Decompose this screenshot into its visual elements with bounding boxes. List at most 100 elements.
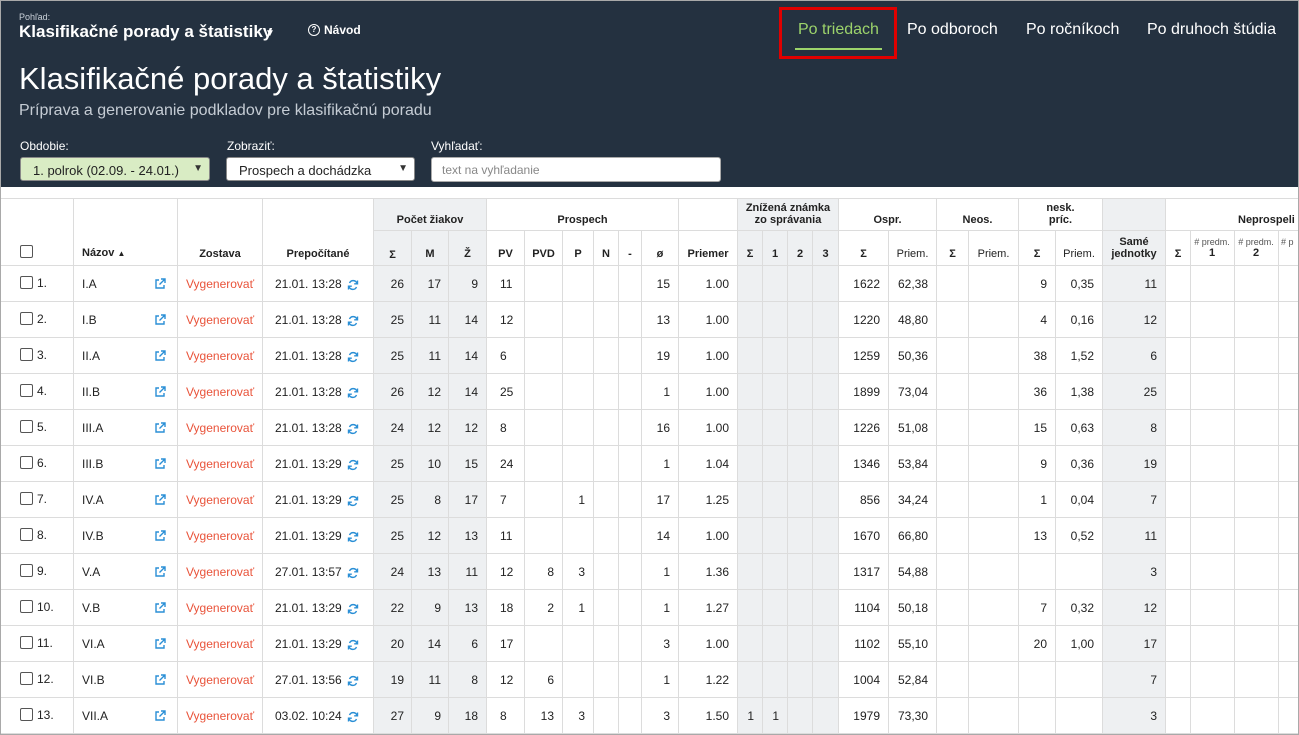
generate-link[interactable]: Vygenerovať (186, 529, 254, 543)
column-header-dash: - (628, 248, 632, 260)
tab-po-rocnikoch[interactable]: Po ročníkoch (1026, 21, 1119, 39)
external-link-icon[interactable] (154, 529, 166, 541)
row-checkbox[interactable] (20, 636, 33, 649)
column-divider (262, 198, 263, 734)
row-checkbox[interactable] (20, 312, 33, 325)
row-checkbox[interactable] (20, 708, 33, 721)
search-input[interactable]: text na vyhľadanie (431, 157, 721, 182)
row-checkbox[interactable] (20, 348, 33, 361)
generate-link[interactable]: Vygenerovať (186, 457, 254, 471)
cell-nesk-priem: 0,16 (1070, 313, 1094, 327)
cell-nesk-priem: 1,38 (1070, 385, 1094, 399)
row-number: 3. (37, 348, 48, 362)
view-selector[interactable]: Klasifikačné porady a štatistiky (19, 22, 272, 42)
generate-link[interactable]: Vygenerovať (186, 565, 254, 579)
generate-link[interactable]: Vygenerovať (186, 385, 254, 399)
row-checkbox[interactable] (20, 600, 33, 613)
row-divider (1, 733, 1298, 734)
generate-link[interactable]: Vygenerovať (186, 493, 254, 507)
select-all-checkbox[interactable] (20, 245, 33, 258)
external-link-icon[interactable] (154, 493, 166, 505)
external-link-icon[interactable] (154, 277, 166, 289)
column-header-predm-1: 1 (1208, 247, 1216, 259)
external-link-icon[interactable] (154, 313, 166, 325)
row-checkbox[interactable] (20, 564, 33, 577)
row-checkbox[interactable] (20, 384, 33, 397)
tab-po-odboroch[interactable]: Po odboroch (907, 21, 998, 39)
group-header-nesk-2: príc. (1048, 214, 1073, 226)
external-link-icon[interactable] (154, 673, 166, 685)
row-checkbox[interactable] (20, 276, 33, 289)
recalculated-time: 21.01. 13:29 (275, 493, 342, 507)
column-divider (1102, 198, 1103, 734)
external-link-icon[interactable] (154, 421, 166, 433)
external-link-icon[interactable] (154, 637, 166, 649)
column-divider (411, 230, 412, 734)
generate-link[interactable]: Vygenerovať (186, 349, 254, 363)
cell-same: 12 (1143, 601, 1157, 615)
help-link[interactable]: ? Návod (308, 23, 361, 37)
show-label: Zobraziť: (227, 139, 275, 153)
row-checkbox[interactable] (20, 672, 33, 685)
cell-zn2: 1 (772, 709, 779, 723)
generate-link[interactable]: Vygenerovať (186, 601, 254, 615)
cell-p: 1 (578, 493, 585, 507)
external-link-icon[interactable] (154, 385, 166, 397)
column-header-neos-sum: Σ (949, 248, 956, 260)
cell-ospr-priem: 50,18 (897, 601, 928, 615)
cell-ospr-priem: 34,24 (897, 493, 928, 507)
column-divider (888, 230, 889, 734)
cell-pv: 7 (500, 493, 507, 507)
column-header-predm-3-label: # p (1281, 237, 1294, 247)
classes-table: Počet žiakov Prospech Znížená známka zo … (1, 187, 1298, 734)
generate-link[interactable]: Vygenerovať (186, 313, 254, 327)
group-header-pocet: Počet žiakov (396, 214, 464, 226)
generate-link[interactable]: Vygenerovať (186, 637, 254, 651)
column-header-nazov[interactable]: Názov ▲ (82, 247, 125, 260)
cell-ospr-priem: 73,04 (897, 385, 928, 399)
row-checkbox[interactable] (20, 420, 33, 433)
row-divider (374, 230, 1298, 231)
row-divider (1, 265, 1298, 266)
period-select[interactable]: 1. polrok (02.09. - 24.01.) ▼ (20, 157, 210, 181)
row-divider (1, 198, 1298, 199)
column-header-nesk-sum: Σ (1033, 248, 1041, 260)
column-header-predm-2: 2 (1252, 247, 1260, 259)
generate-link[interactable]: Vygenerovať (186, 277, 254, 291)
cell-pv: 24 (500, 457, 514, 471)
cell-avg: 19 (656, 349, 670, 363)
recalculated-time: 21.01. 13:29 (275, 601, 342, 615)
row-checkbox[interactable] (20, 528, 33, 541)
cell-nesk-priem: 0,04 (1070, 493, 1094, 507)
period-label: Obdobie: (20, 139, 69, 153)
column-divider (936, 198, 937, 734)
cell-avg: 1 (663, 565, 670, 579)
external-link-icon[interactable] (154, 457, 166, 469)
external-link-icon[interactable] (154, 601, 166, 613)
generate-link[interactable]: Vygenerovať (186, 709, 254, 723)
cell-avg: 15 (656, 277, 670, 291)
column-header-ospr-sum: Σ (860, 248, 867, 260)
help-label: Návod (324, 23, 361, 37)
external-link-icon[interactable] (154, 709, 166, 721)
cell-ospr-priem: 73,30 (897, 709, 928, 723)
generate-link[interactable]: Vygenerovať (186, 673, 254, 687)
cell-same: 6 (1150, 349, 1157, 363)
external-link-icon[interactable] (154, 349, 166, 361)
tab-po-druhoch-studia[interactable]: Po druhoch štúdia (1147, 21, 1276, 39)
recalculated-time: 27.01. 13:56 (275, 673, 342, 687)
chevron-down-icon[interactable]: ▼ (265, 28, 275, 39)
column-header-znizena-1: 1 (771, 248, 779, 260)
row-number: 11. (37, 636, 53, 650)
cell-same: 3 (1150, 565, 1157, 579)
show-select[interactable]: Prospech a dochádzka ▼ (226, 157, 415, 181)
cell-nesk-priem: 0,52 (1070, 529, 1094, 543)
column-divider (524, 230, 525, 734)
row-checkbox[interactable] (20, 456, 33, 469)
column-divider (486, 198, 487, 734)
recalculated-time: 21.01. 13:28 (275, 349, 342, 363)
row-checkbox[interactable] (20, 492, 33, 505)
external-link-icon[interactable] (154, 565, 166, 577)
generate-link[interactable]: Vygenerovať (186, 421, 254, 435)
question-icon: ? (308, 24, 320, 36)
